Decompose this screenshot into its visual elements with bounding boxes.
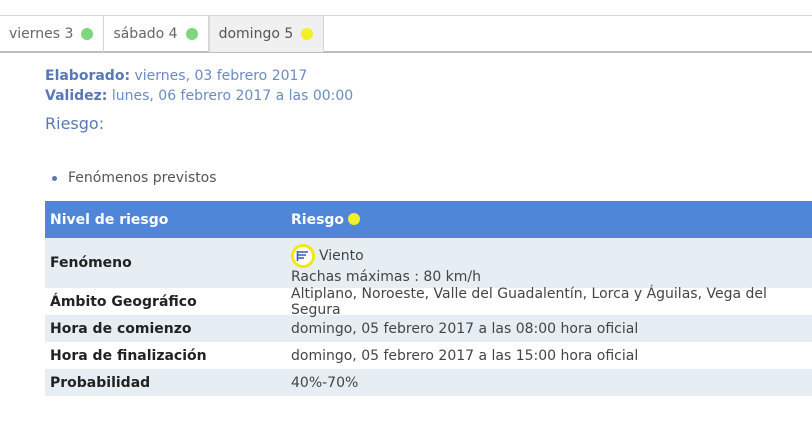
table-row: Fenómeno Viento Rachas máximas : 80 km/h xyxy=(45,238,812,288)
phenomenon-detail: Rachas máximas : 80 km/h xyxy=(291,269,482,285)
row-label: Ámbito Geográfico xyxy=(50,293,197,310)
tab-viernes[interactable]: viernes 3 xyxy=(0,16,105,52)
tab-sabado[interactable]: sábado 4 xyxy=(104,16,209,52)
table-row: Ámbito Geográfico Altiplano, Noroeste, V… xyxy=(45,285,812,318)
phenomenon-line: Viento xyxy=(291,244,812,268)
tab-label: viernes 3 xyxy=(9,26,74,42)
list-item-label: Fenómenos previstos xyxy=(68,170,217,186)
row-label: Hora de finalización xyxy=(50,347,207,364)
elaborado-value: viernes, 03 febrero 2017 xyxy=(134,68,308,84)
row-value: 40%-70% xyxy=(291,374,359,391)
wind-icon xyxy=(291,244,315,268)
risk-dot-yellow xyxy=(348,212,361,225)
forecast-meta: Elaborado: viernes, 03 febrero 2017 Vali… xyxy=(45,66,353,106)
phenomenon-name: Viento xyxy=(319,248,364,264)
elaborado-label: Elaborado: xyxy=(45,68,131,84)
row-label: Fenómeno xyxy=(50,255,132,271)
row-value: domingo, 05 febrero 2017 a las 15:00 hor… xyxy=(291,347,639,364)
table-row: Probabilidad 40%-70% xyxy=(45,369,812,396)
list-item: Fenómenos previstos xyxy=(52,170,217,186)
row-value: Viento Rachas máximas : 80 km/h xyxy=(291,240,812,286)
section-title: Riesgo: xyxy=(45,114,105,133)
day-tabs: viernes 3 sábado 4 domingo 5 xyxy=(0,15,812,53)
tab-label: domingo 5 xyxy=(218,26,294,42)
validez-line: Validez: lunes, 06 febrero 2017 a las 00… xyxy=(45,86,353,106)
validez-label: Validez: xyxy=(45,88,108,104)
risk-dot-green xyxy=(185,28,198,40)
row-label: Probabilidad xyxy=(50,374,151,391)
table-header: Nivel de riesgo Riesgo xyxy=(45,201,812,238)
header-level: Nivel de riesgo xyxy=(50,211,169,228)
risk-dot-green xyxy=(81,28,94,40)
row-value: Altiplano, Noroeste, Valle del Guadalent… xyxy=(291,285,767,318)
risk-dot-yellow xyxy=(301,28,314,40)
bullet-icon xyxy=(52,175,57,181)
table-row: Hora de finalización domingo, 05 febrero… xyxy=(45,342,812,369)
elaborado-line: Elaborado: viernes, 03 febrero 2017 xyxy=(45,66,353,86)
row-value: domingo, 05 febrero 2017 a las 08:00 hor… xyxy=(291,320,639,337)
validez-value: lunes, 06 febrero 2017 a las 00:00 xyxy=(111,88,354,104)
risk-table: Nivel de riesgo Riesgo Fenómeno Viento R… xyxy=(45,201,812,396)
header-risk: Riesgo xyxy=(291,212,812,228)
table-row: Hora de comienzo domingo, 05 febrero 201… xyxy=(45,315,812,342)
tab-domingo[interactable]: domingo 5 xyxy=(208,16,325,52)
header-risk-label: Riesgo xyxy=(291,211,345,228)
row-label: Hora de comienzo xyxy=(50,320,192,337)
tab-label: sábado 4 xyxy=(113,26,178,42)
